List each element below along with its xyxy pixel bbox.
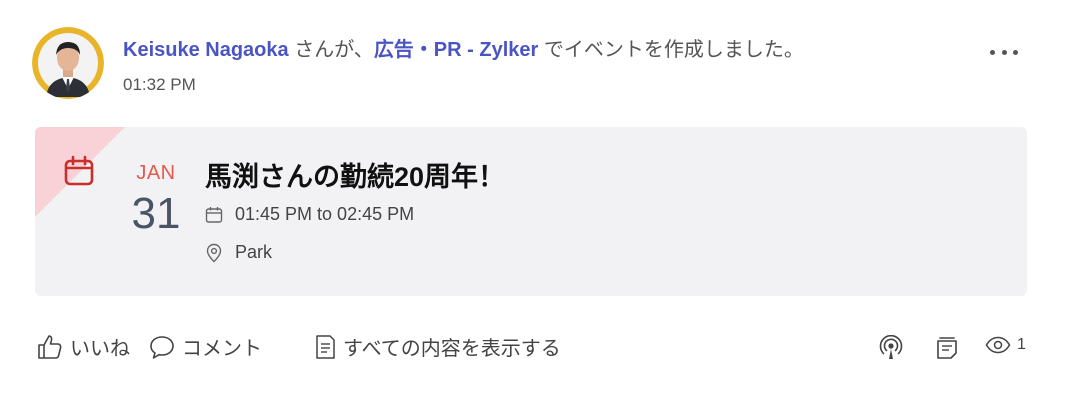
like-label: いいね	[70, 338, 130, 360]
event-time-row: 01:45 PM to 02:45 PM	[205, 204, 414, 225]
more-horizontal-icon	[990, 49, 995, 55]
view-count: 1	[985, 336, 1026, 354]
event-card[interactable]: JAN 31 馬渕さんの勤続20周年！ 01:45 PM to 02:45 PM…	[35, 127, 1027, 296]
document-icon	[316, 334, 335, 359]
event-month: JAN	[136, 162, 176, 184]
event-day: 31	[131, 189, 181, 238]
view-count-value: 1	[1017, 336, 1026, 353]
post-footer: いいね コメント すべての内容を表示する 1	[0, 330, 1086, 366]
event-title[interactable]: 馬渕さんの勤続20周年！	[205, 155, 505, 194]
header-text-2: でイベントを作成しました。	[538, 39, 804, 61]
event-location-row: Park	[205, 242, 272, 263]
notes-icon[interactable]	[934, 335, 960, 361]
avatar[interactable]	[32, 27, 104, 99]
show-all-content-button[interactable]: すべての内容を表示する	[313, 332, 561, 361]
show-all-label: すべての内容を表示する	[343, 338, 561, 360]
author-link[interactable]: Keisuke Nagaoka	[123, 39, 289, 61]
more-options-button[interactable]	[990, 44, 1018, 60]
event-location: Park	[235, 242, 273, 262]
broadcast-icon[interactable]	[878, 335, 904, 361]
comment-bubble-icon	[150, 335, 174, 359]
post-timestamp: 01:32 PM	[123, 75, 196, 94]
calendar-small-icon	[205, 206, 223, 223]
event-time-range: 01:45 PM to 02:45 PM	[235, 204, 415, 224]
thumbs-up-icon	[38, 334, 62, 359]
like-button[interactable]: いいね	[36, 332, 130, 361]
more-dot	[1001, 49, 1007, 55]
comment-label: コメント	[182, 338, 262, 360]
more-dot	[1013, 49, 1018, 55]
group-link[interactable]: 広告・PR - Zylker	[374, 39, 538, 61]
post-header: Keisuke Nagaoka さんが、広告・PR - Zylker でイベント…	[123, 38, 804, 62]
header-text-1: さんが、	[288, 39, 374, 61]
calendar-icon	[64, 155, 94, 186]
eye-icon	[985, 336, 1011, 354]
location-pin-icon	[206, 243, 222, 262]
comment-button[interactable]: コメント	[148, 332, 262, 361]
